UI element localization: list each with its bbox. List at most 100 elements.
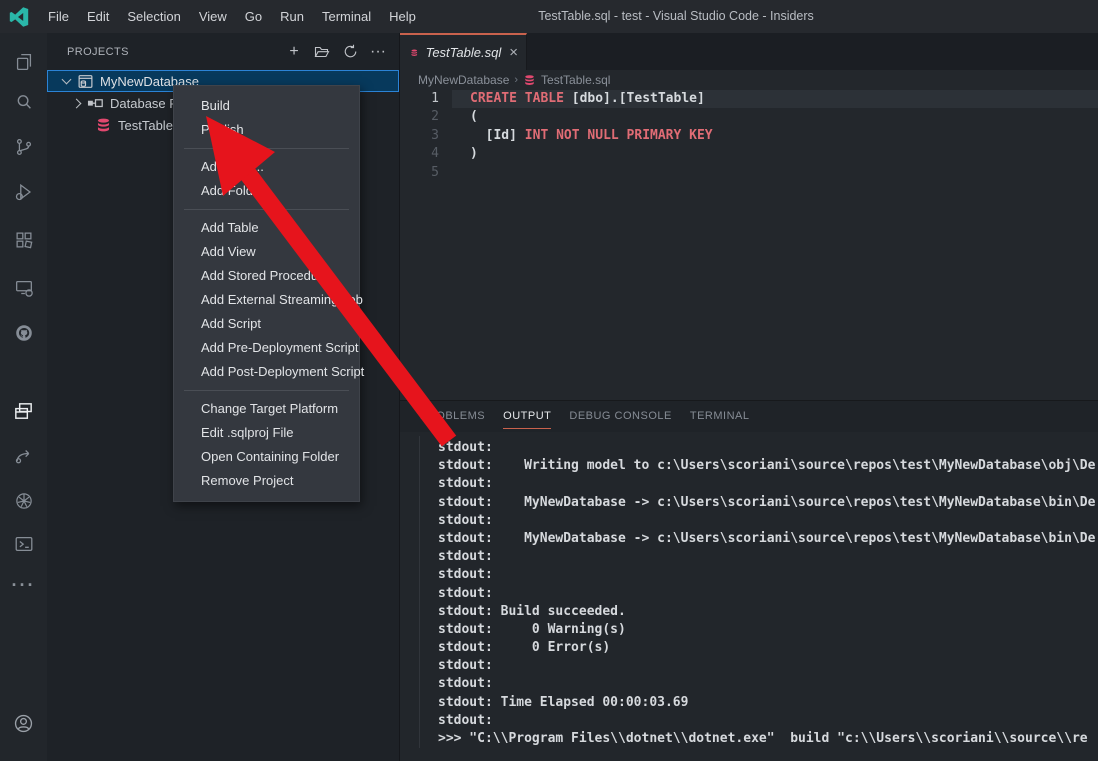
code-editor[interactable]: 1 CREATE TABLE [dbo].[TestTable] 2 ( 3 [… bbox=[400, 90, 1098, 400]
menu-item-add-pre-deployment-script[interactable]: Add Pre-Deployment Script bbox=[174, 336, 359, 360]
explorer-icon[interactable] bbox=[0, 42, 47, 82]
output-line: stdout: bbox=[438, 657, 1098, 675]
project-context-menu: Build Publish Add Item... Add Folder Add… bbox=[173, 85, 360, 502]
bottom-panel: PROBLEMS OUTPUT DEBUG CONSOLE TERMINAL s… bbox=[400, 400, 1098, 761]
menu-separator bbox=[184, 209, 349, 210]
menu-item-edit-sqlproj-file[interactable]: Edit .sqlproj File bbox=[174, 421, 359, 445]
editor-area: TestTable.sql × MyNewDatabase › TestTabl… bbox=[400, 33, 1098, 761]
menu-item-publish[interactable]: Publish bbox=[174, 118, 359, 142]
line-number: 4 bbox=[400, 145, 452, 163]
source-control-icon[interactable] bbox=[0, 127, 47, 167]
output-line: stdout: bbox=[438, 475, 1098, 493]
tab-label: TestTable.sql bbox=[426, 45, 502, 60]
output-line: stdout: bbox=[438, 439, 1098, 457]
code-line-3: [Id] INT NOT NULL PRIMARY KEY bbox=[452, 127, 713, 145]
menu-terminal[interactable]: Terminal bbox=[313, 0, 380, 33]
code-line-1: CREATE TABLE [dbo].[TestTable] bbox=[452, 90, 705, 108]
panel-tab-bar: PROBLEMS OUTPUT DEBUG CONSOLE TERMINAL bbox=[400, 401, 1098, 432]
run-debug-icon[interactable] bbox=[0, 172, 47, 212]
output-line: stdout: bbox=[438, 566, 1098, 584]
line-number: 2 bbox=[400, 108, 452, 126]
output-line: stdout: bbox=[438, 712, 1098, 730]
database-projects-icon[interactable] bbox=[0, 391, 47, 431]
tab-debug-console[interactable]: DEBUG CONSOLE bbox=[569, 401, 671, 432]
menu-item-open-containing-folder[interactable]: Open Containing Folder bbox=[174, 445, 359, 469]
menu-item-add-view[interactable]: Add View bbox=[174, 240, 359, 264]
tab-strip: TestTable.sql × bbox=[400, 33, 1098, 70]
breadcrumb-file[interactable]: TestTable.sql bbox=[541, 73, 610, 87]
output-line: stdout: bbox=[438, 512, 1098, 530]
code-line-4: ) bbox=[452, 145, 478, 163]
menu-selection[interactable]: Selection bbox=[118, 0, 189, 33]
menu-item-add-script[interactable]: Add Script bbox=[174, 312, 359, 336]
output-guide-line bbox=[419, 436, 420, 748]
menu-item-add-folder[interactable]: Add Folder bbox=[174, 179, 359, 203]
github-icon[interactable] bbox=[0, 313, 47, 353]
tab-terminal[interactable]: TERMINAL bbox=[690, 401, 750, 432]
menu-file[interactable]: File bbox=[39, 0, 78, 33]
output-line: stdout: MyNewDatabase -> c:\Users\scoria… bbox=[438, 530, 1098, 548]
sql-file-database-icon bbox=[523, 74, 536, 87]
tab-testtable-sql[interactable]: TestTable.sql × bbox=[400, 33, 527, 70]
add-project-icon[interactable]: + bbox=[285, 43, 303, 61]
output-line: stdout: Writing model to c:\Users\scoria… bbox=[438, 457, 1098, 475]
menu-item-build[interactable]: Build bbox=[174, 94, 359, 118]
menu-item-add-stored-procedure[interactable]: Add Stored Procedure bbox=[174, 264, 359, 288]
tab-problems[interactable]: PROBLEMS bbox=[420, 401, 485, 432]
more-actions-icon[interactable]: ··· bbox=[369, 43, 387, 61]
line-number: 5 bbox=[400, 164, 452, 182]
menu-item-change-target-platform[interactable]: Change Target Platform bbox=[174, 397, 359, 421]
sidebar-title: PROJECTS bbox=[67, 46, 285, 58]
vscode-window: File Edit Selection View Go Run Terminal… bbox=[0, 0, 1098, 761]
sql-file-database-icon bbox=[410, 46, 419, 60]
open-project-icon[interactable] bbox=[313, 43, 331, 61]
more-views-icon[interactable]: ··· bbox=[0, 565, 47, 605]
menu-bar: File Edit Selection View Go Run Terminal… bbox=[39, 0, 425, 33]
code-line-5 bbox=[452, 164, 470, 182]
sql-file-database-icon bbox=[95, 117, 112, 134]
menu-item-add-external-streaming-job[interactable]: Add External Streaming Job bbox=[174, 288, 359, 312]
output-line: stdout: 0 Warning(s) bbox=[438, 621, 1098, 639]
remote-explorer-icon[interactable] bbox=[0, 268, 47, 308]
menu-item-add-item[interactable]: Add Item... bbox=[174, 155, 359, 179]
output-line: stdout: Time Elapsed 00:00:03.69 bbox=[438, 694, 1098, 712]
share-icon[interactable] bbox=[0, 436, 47, 476]
output-console[interactable]: stdout: stdout: Writing model to c:\User… bbox=[400, 432, 1098, 761]
menu-item-add-post-deployment-script[interactable]: Add Post-Deployment Script bbox=[174, 360, 359, 384]
output-line: stdout: bbox=[438, 675, 1098, 693]
output-line: stdout: 0 Error(s) bbox=[438, 639, 1098, 657]
settings-gear-icon[interactable]: 1 bbox=[0, 749, 47, 761]
close-tab-icon[interactable]: × bbox=[509, 45, 518, 60]
extensions-icon[interactable] bbox=[0, 220, 47, 260]
chevron-down-icon[interactable] bbox=[62, 76, 72, 86]
breadcrumb: MyNewDatabase › TestTable.sql bbox=[400, 70, 1098, 90]
output-line: stdout: MyNewDatabase -> c:\Users\scoria… bbox=[438, 494, 1098, 512]
references-icon bbox=[87, 95, 104, 112]
vscode-insiders-logo bbox=[9, 7, 29, 27]
account-icon[interactable] bbox=[0, 703, 47, 743]
menu-edit[interactable]: Edit bbox=[78, 0, 118, 33]
breadcrumb-separator: › bbox=[514, 74, 518, 86]
output-line: stdout: bbox=[438, 548, 1098, 566]
menu-item-add-table[interactable]: Add Table bbox=[174, 216, 359, 240]
menu-go[interactable]: Go bbox=[236, 0, 271, 33]
database-project-icon bbox=[77, 73, 94, 90]
powershell-icon[interactable] bbox=[0, 524, 47, 564]
line-number: 1 bbox=[400, 90, 452, 108]
menu-separator bbox=[184, 148, 349, 149]
search-icon[interactable] bbox=[0, 82, 47, 122]
refresh-icon[interactable] bbox=[341, 43, 359, 61]
menu-help[interactable]: Help bbox=[380, 0, 425, 33]
breadcrumb-project[interactable]: MyNewDatabase bbox=[418, 73, 509, 87]
menu-item-remove-project[interactable]: Remove Project bbox=[174, 469, 359, 493]
menu-run[interactable]: Run bbox=[271, 0, 313, 33]
activity-bar: ··· 1 bbox=[0, 33, 47, 761]
tab-output[interactable]: OUTPUT bbox=[503, 401, 551, 432]
chevron-right-icon[interactable] bbox=[72, 98, 82, 108]
menu-view[interactable]: View bbox=[190, 0, 236, 33]
kubernetes-icon[interactable] bbox=[0, 481, 47, 521]
window-title: TestTable.sql - test - Visual Studio Cod… bbox=[538, 0, 814, 33]
output-line: stdout: Build succeeded. bbox=[438, 603, 1098, 621]
code-line-2: ( bbox=[452, 108, 478, 126]
output-line: stdout: bbox=[438, 585, 1098, 603]
